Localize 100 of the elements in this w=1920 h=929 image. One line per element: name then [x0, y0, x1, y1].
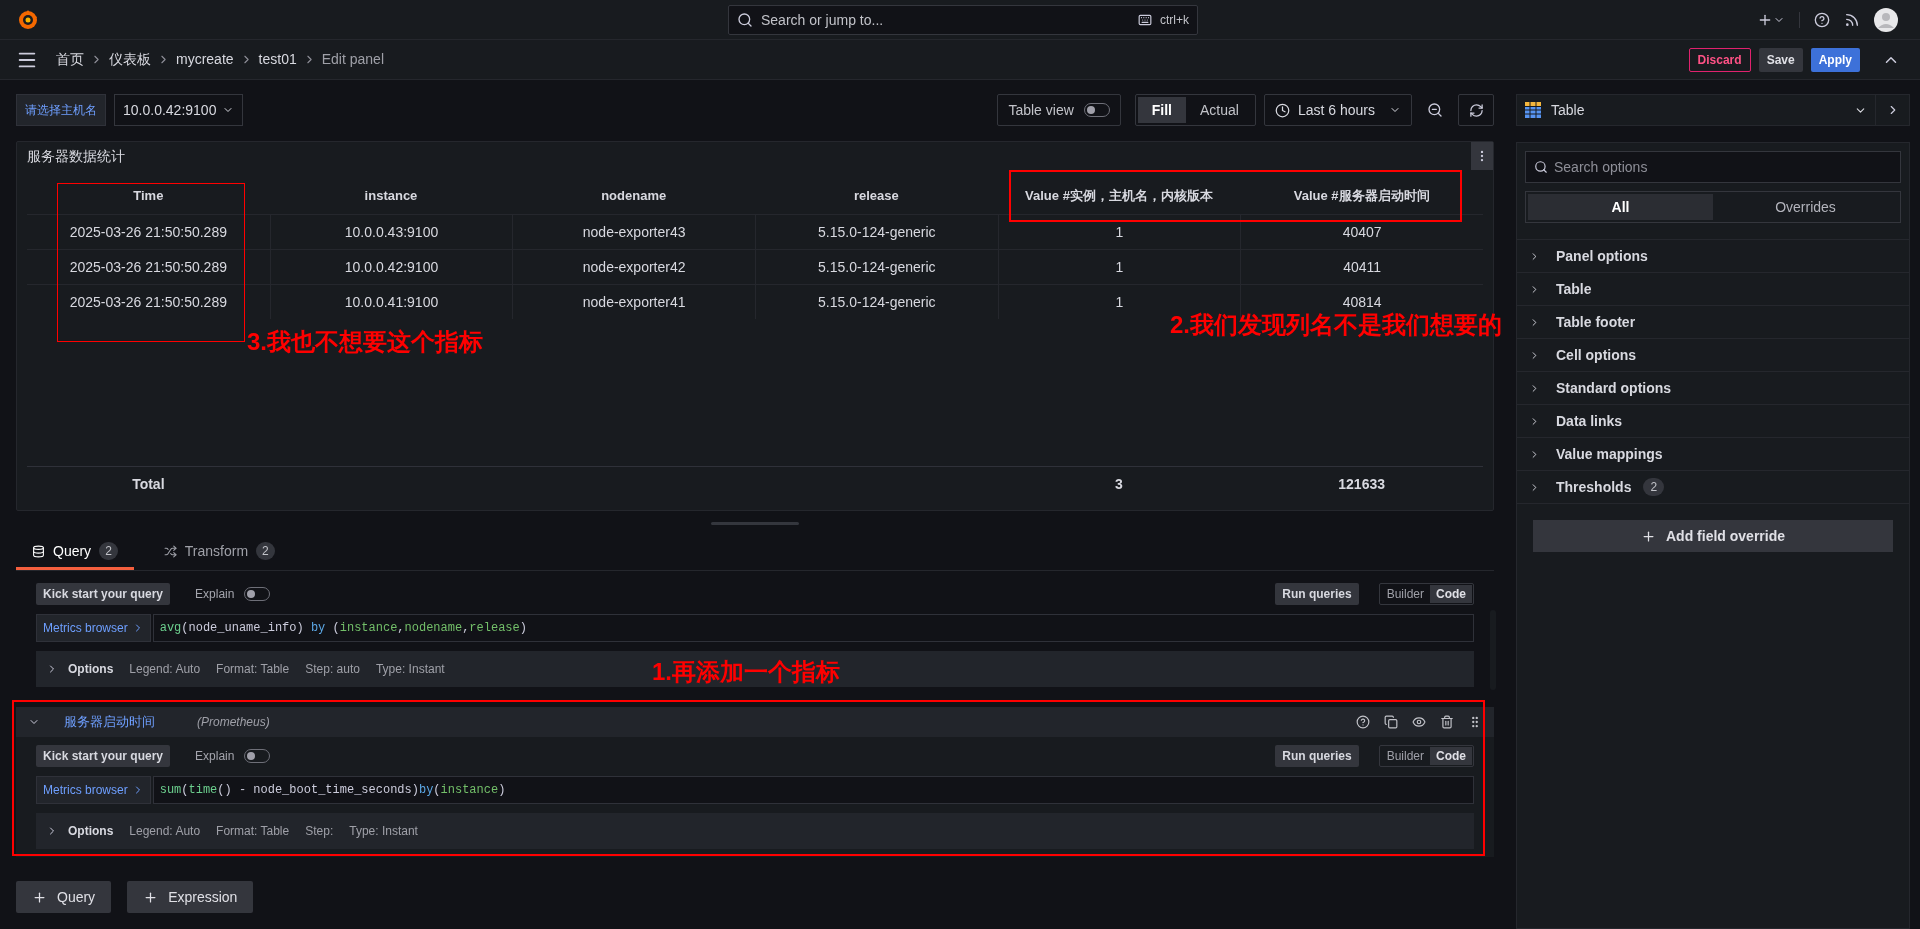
table-cell: 5.15.0-124-generic — [755, 250, 998, 284]
kick-start-button[interactable]: Kick start your query — [36, 583, 171, 605]
plus-icon — [32, 889, 47, 905]
option-summary: Type: Instant — [375, 661, 445, 678]
footer-cell-text: 3 — [1115, 475, 1123, 494]
option-summary: Step: — [305, 823, 334, 840]
option-summary: Legend: Auto — [129, 823, 201, 840]
table-cell: 10.0.0.43:9100 — [269, 215, 513, 249]
table-cell: 40411 — [1240, 250, 1483, 284]
option-summary: Format: Table — [216, 823, 290, 840]
table-view-control[interactable]: Table view — [997, 94, 1121, 126]
table-view-label: Table view — [1008, 100, 1074, 120]
options-section[interactable]: Value mappings — [1517, 438, 1909, 471]
table-cell-text: 2025-03-26 21:50:50.289 — [68, 292, 228, 312]
explain-label: Explain — [195, 586, 235, 603]
footer-cell-text: 121633 — [1338, 475, 1385, 494]
column-header[interactable]: Time — [27, 186, 270, 206]
table-cell: 1 — [997, 215, 1241, 249]
editor-mode-tab[interactable]: Code — [1430, 585, 1472, 603]
run-queries-button[interactable]: Run queries — [1275, 745, 1359, 767]
add-query-button[interactable]: Query — [16, 881, 112, 913]
query-editor[interactable]: avg(node_uname_info) by (instance,nodename,release) — [152, 614, 1474, 642]
datasource-label: (Prometheus) — [197, 714, 270, 731]
time-range-picker[interactable]: Last 6 hours — [1263, 94, 1412, 126]
column-header[interactable]: release — [755, 186, 998, 206]
help-icon[interactable] — [1356, 715, 1370, 729]
shortcut-hint: ctrl+k — [1160, 12, 1189, 29]
query-name[interactable]: 服务器启动时间 — [64, 712, 155, 732]
action-button[interactable]: Discard — [1688, 47, 1751, 72]
variable-dropdown[interactable]: 10.0.0.42:9100 — [114, 94, 244, 126]
breadcrumb-item[interactable]: mycreate — [176, 49, 234, 70]
fill-mode-tab[interactable]: Actual — [1186, 97, 1253, 123]
panel-title: 服务器数据统计 — [27, 146, 125, 166]
keyboard-icon — [1138, 13, 1152, 27]
column-header[interactable]: nodename — [512, 186, 755, 206]
options-tab[interactable]: Overrides — [1713, 194, 1898, 220]
variable-label: 请选择主机名 — [16, 94, 106, 126]
search-options-field[interactable]: Search options — [1525, 151, 1901, 183]
table-cell: 10.0.0.41:9100 — [269, 285, 513, 319]
column-header[interactable]: Value #实例，主机名，内核版本 — [997, 186, 1241, 206]
rss-icon[interactable] — [1844, 11, 1860, 28]
metrics-browser-button[interactable]: Metrics browser — [36, 614, 151, 642]
table-cell: node-exporter43 — [512, 215, 755, 249]
kick-start-button[interactable]: Kick start your query — [36, 745, 171, 767]
help-icon[interactable] — [1814, 11, 1830, 28]
options-bar[interactable]: Options Legend: Auto Format: Table Step: Type: Instant — [36, 813, 1474, 849]
search-field[interactable]: Search or jump to... ctrl+k — [728, 5, 1198, 35]
options-title: Options — [68, 823, 114, 840]
options-section[interactable]: Standard options — [1517, 372, 1909, 405]
options-section[interactable]: Table footer — [1517, 306, 1909, 339]
table-cell: 1 — [997, 250, 1241, 284]
eye-icon[interactable] — [1412, 715, 1426, 729]
add-query-button[interactable]: Expression — [127, 881, 254, 913]
options-section[interactable]: Cell options — [1517, 339, 1909, 372]
duplicate-icon[interactable] — [1384, 715, 1398, 729]
refresh-icon — [1468, 102, 1484, 118]
metrics-browser-button[interactable]: Metrics browser — [36, 776, 151, 804]
options-tab[interactable]: All — [1528, 194, 1713, 220]
query-tab[interactable]: Transform 2 — [147, 535, 291, 570]
clock-icon — [1274, 102, 1290, 118]
action-button[interactable]: Apply — [1810, 47, 1860, 72]
explain-label: Explain — [195, 748, 235, 765]
options-section[interactable]: Data links — [1517, 405, 1909, 438]
refresh-button[interactable] — [1458, 94, 1494, 126]
footer-cell-text: Total — [132, 475, 165, 494]
editor-mode-tab[interactable]: Code — [1430, 747, 1472, 765]
table-cell: 5.15.0-124-generic — [755, 285, 998, 319]
plus-icon — [143, 889, 159, 905]
editor-mode-tab[interactable]: Builder — [1380, 585, 1430, 603]
column-header[interactable]: instance — [269, 186, 513, 206]
column-header[interactable]: Value #服务器启动时间 — [1240, 186, 1483, 206]
table-cell-text: 2025-03-26 21:50:50.289 — [68, 257, 228, 277]
breadcrumb-item[interactable]: test01 — [258, 49, 297, 70]
transform-icon — [163, 544, 177, 558]
editor-mode-tab[interactable]: Builder — [1380, 747, 1430, 765]
visualization-picker[interactable]: Table — [1516, 94, 1876, 126]
breadcrumb-item[interactable]: 首页 — [56, 49, 84, 70]
options-title: Options — [68, 661, 114, 678]
breadcrumb-item[interactable]: 仪表板 — [109, 49, 151, 70]
options-section[interactable]: Table — [1517, 273, 1909, 306]
run-queries-button[interactable]: Run queries — [1275, 583, 1359, 605]
table-cell: node-exporter42 — [512, 250, 755, 284]
search-placeholder: Search or jump to... — [761, 10, 885, 30]
delete-icon[interactable] — [1440, 715, 1454, 729]
query-editor[interactable]: sum(time() - node_boot_time_seconds)by(instance) — [152, 776, 1474, 804]
table-cell: node-exporter41 — [512, 285, 755, 319]
search-placeholder: Search options — [1554, 157, 1648, 177]
action-button[interactable]: Save — [1758, 47, 1803, 72]
query-tab[interactable]: Query 2 — [16, 535, 134, 570]
options-section[interactable]: Thresholds 2 — [1517, 471, 1909, 504]
table-cell: 5.15.0-124-generic — [755, 215, 998, 249]
option-summary: Step: auto — [305, 661, 360, 678]
table-cell: 10.0.0.42:9100 — [269, 250, 513, 284]
plus-icon — [1641, 528, 1656, 544]
avatar-icon[interactable] — [1874, 7, 1898, 32]
table-cell: 40407 — [1240, 215, 1483, 249]
add-override-button[interactable]: Add field override — [1533, 520, 1893, 552]
options-section[interactable]: Panel options — [1517, 240, 1909, 273]
fill-mode-tab[interactable]: Fill — [1137, 97, 1186, 123]
search-icon — [737, 12, 753, 28]
